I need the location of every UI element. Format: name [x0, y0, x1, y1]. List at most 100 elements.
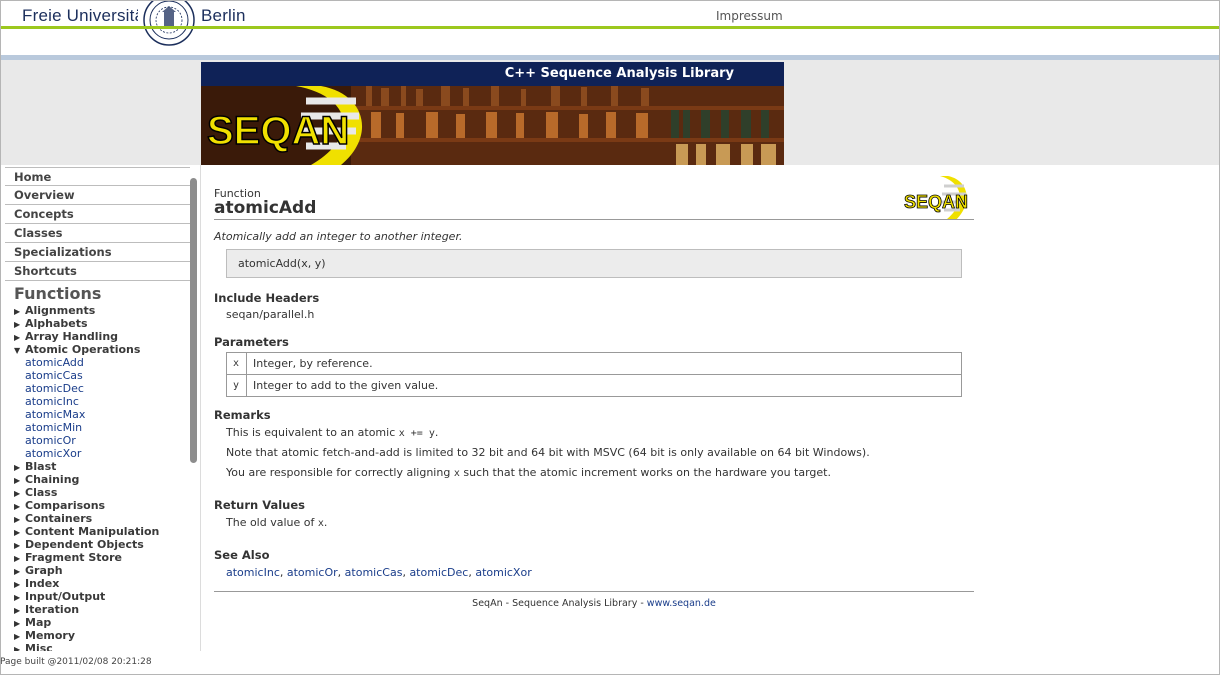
triangle-right-icon[interactable]: ▶: [14, 643, 25, 651]
remark-1-end: .: [434, 426, 439, 439]
banner-title: C++ Sequence Analysis Library: [504, 66, 734, 81]
remark-1-text: This is equivalent to an atomic: [226, 426, 399, 439]
sidebar-function-link[interactable]: atomicAdd: [14, 356, 192, 369]
sidebar-function-group-label: Atomic Operations: [25, 343, 141, 356]
sidebar-function-group[interactable]: ▶ Map: [14, 616, 192, 629]
include-file: seqan/parallel.h: [226, 308, 315, 321]
sidebar-item-concepts[interactable]: Concepts: [5, 205, 190, 224]
sidebar-function-group[interactable]: ▶ Misc: [14, 642, 192, 651]
sidebar-item-shortcuts[interactable]: Shortcuts: [5, 262, 190, 281]
footer-link[interactable]: www.seqan.de: [647, 598, 716, 609]
sidebar-function-group[interactable]: ▶ Alignments: [14, 304, 192, 317]
sidebar-function-group-label: Dependent Objects: [25, 538, 144, 551]
sidebar-function-group-label: Fragment Store: [25, 551, 122, 564]
sidebar-function-link[interactable]: atomicMin: [14, 421, 192, 434]
see-also-link[interactable]: atomicXor: [475, 566, 531, 579]
sidebar-function-group[interactable]: ▶ Memory: [14, 629, 192, 642]
sidebar-function-group-label: Graph: [25, 564, 63, 577]
see-also-heading: See Also: [214, 548, 270, 562]
sidebar-function-group[interactable]: ▶ Blast: [14, 460, 192, 473]
param-description: Integer to add to the given value.: [246, 374, 962, 397]
remark-1-code: x += y: [398, 428, 435, 439]
footer-text: SeqAn - Sequence Analysis Library -: [472, 598, 647, 609]
sidebar-function-group[interactable]: ▶ Content Manipulation: [14, 525, 192, 538]
remarks-heading: Remarks: [214, 408, 271, 422]
triangle-down-icon[interactable]: ▼: [14, 344, 25, 357]
sidebar-item-classes[interactable]: Classes: [5, 224, 190, 243]
sidebar-function-link[interactable]: atomicDec: [14, 382, 192, 395]
page-built-timestamp: Page built @2011/02/08 20:21:28: [0, 657, 152, 667]
sidebar-function-link[interactable]: atomicInc: [14, 395, 192, 408]
sidebar-function-link[interactable]: atomicMax: [14, 408, 192, 421]
see-also-link[interactable]: atomicInc: [226, 566, 280, 579]
sidebar-function-group[interactable]: ▶ Dependent Objects: [14, 538, 192, 551]
university-header: Freie Universität Berlin Impressum: [0, 0, 1220, 60]
sidebar-function-group[interactable]: ▼ Atomic Operations: [14, 343, 192, 356]
sidebar-function-link[interactable]: atomicXor: [14, 447, 192, 460]
sidebar-function-group[interactable]: ▶ Class: [14, 486, 192, 499]
sidebar-function-group[interactable]: ▶ Array Handling: [14, 330, 192, 343]
sidebar-function-group-label: Misc: [25, 642, 53, 651]
seqan-logo-icon: SEQAN: [904, 176, 968, 220]
sidebar-function-group[interactable]: ▶ Comparisons: [14, 499, 192, 512]
see-also-link[interactable]: atomicCas: [345, 566, 403, 579]
sidebar-function-group-label: Iteration: [25, 603, 80, 616]
sidebar-item-specializations[interactable]: Specializations: [5, 243, 190, 262]
parameters-heading: Parameters: [214, 335, 289, 349]
sidebar-heading-functions: Functions: [14, 284, 102, 303]
param-name: x: [226, 352, 247, 375]
table-row: y Integer to add to the given value.: [226, 374, 962, 397]
sidebar-function-group-label: Index: [25, 577, 60, 590]
sidebar-function-group-label: Content Manipulation: [25, 525, 160, 538]
sidebar-function-group[interactable]: ▶ Fragment Store: [14, 551, 192, 564]
function-signature: atomicAdd(x, y): [226, 249, 962, 278]
sidebar-item-overview[interactable]: Overview: [5, 186, 190, 205]
impressum-link[interactable]: Impressum: [716, 9, 783, 23]
sidebar-function-group[interactable]: ▶ Iteration: [14, 603, 192, 616]
footer: SeqAn - Sequence Analysis Library - www.…: [214, 598, 974, 609]
see-also-links: atomicInc, atomicOr, atomicCas, atomicDe…: [226, 566, 532, 579]
sidebar-function-group-label: Array Handling: [25, 330, 119, 343]
sidebar-function-group-label: Blast: [25, 460, 57, 473]
footer-divider: [214, 591, 974, 592]
title-divider: [214, 219, 974, 220]
seqan-banner: C++ Sequence Analysis Library SEQAN: [201, 62, 784, 165]
param-description: Integer, by reference.: [246, 352, 962, 375]
sidebar-scrollbar[interactable]: [190, 178, 197, 463]
header-green-rule: [0, 26, 1220, 29]
sidebar-function-group-label: Memory: [25, 629, 76, 642]
sidebar-function-group-label: Containers: [25, 512, 93, 525]
sidebar-function-group[interactable]: ▶ Graph: [14, 564, 192, 577]
sidebar-function-group[interactable]: ▶ Containers: [14, 512, 192, 525]
sidebar-function-group[interactable]: ▶ Index: [14, 577, 192, 590]
sidebar-function-group-label: Class: [25, 486, 58, 499]
sidebar-function-group-label: Input/Output: [25, 590, 106, 603]
sidebar-function-group-label: Alphabets: [25, 317, 88, 330]
remark-3-text: You are responsible for correctly aligni…: [226, 466, 454, 479]
see-also-link[interactable]: atomicOr: [287, 566, 338, 579]
svg-text:SEQAN: SEQAN: [904, 192, 968, 212]
sidebar-function-link[interactable]: atomicOr: [14, 434, 192, 447]
return-text: The old value of: [226, 516, 318, 529]
university-name[interactable]: Freie Universität: [22, 6, 149, 26]
sidebar-function-group-label: Map: [25, 616, 52, 629]
sidebar-function-group[interactable]: ▶ Alphabets: [14, 317, 192, 330]
sidebar-nav: Home Overview Concepts Classes Specializ…: [5, 167, 190, 281]
svg-text:SEQAN: SEQAN: [207, 109, 349, 153]
university-seal-icon[interactable]: [138, 0, 200, 48]
sidebar-function-group[interactable]: ▶ Input/Output: [14, 590, 192, 603]
remark-1: This is equivalent to an atomic x += y.: [226, 426, 438, 439]
university-city[interactable]: Berlin: [201, 6, 246, 26]
remark-3-end: such that the atomic increment works on …: [459, 466, 831, 479]
sidebar-function-link[interactable]: atomicCas: [14, 369, 192, 382]
sidebar: Home Overview Concepts Classes Specializ…: [0, 165, 201, 651]
include-headers-heading: Include Headers: [214, 291, 320, 305]
see-also-link[interactable]: atomicDec: [409, 566, 468, 579]
return-values-heading: Return Values: [214, 498, 306, 512]
return-end: .: [323, 516, 328, 529]
return-value-text: The old value of x.: [226, 516, 327, 529]
remark-2: Note that atomic fetch-and-add is limite…: [226, 446, 870, 459]
sidebar-function-group[interactable]: ▶ Chaining: [14, 473, 192, 486]
function-summary: Atomically add an integer to another int…: [214, 230, 463, 243]
sidebar-item-home[interactable]: Home: [5, 167, 190, 186]
